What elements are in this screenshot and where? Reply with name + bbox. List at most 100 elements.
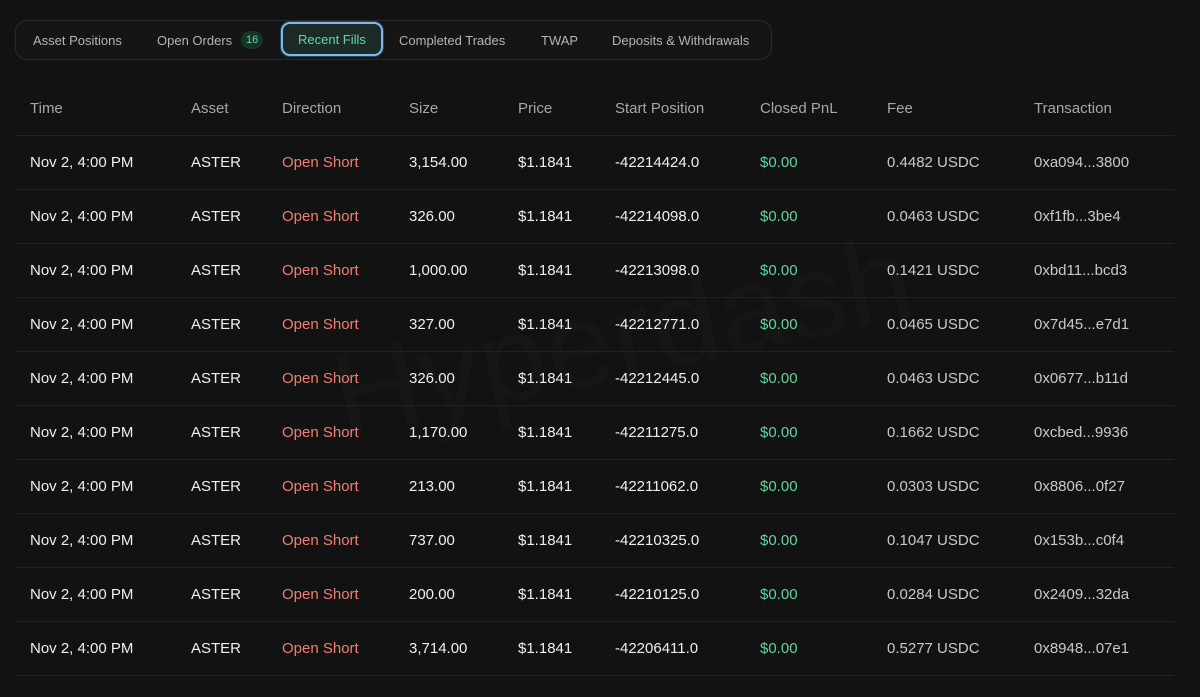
- start-position-cell: -42211275.0: [615, 405, 760, 460]
- asset-cell: ASTER: [191, 513, 282, 568]
- closed-pnl-cell: $0.00: [760, 621, 887, 676]
- closed-pnl-cell: $0.00: [760, 405, 887, 460]
- column-header-transaction[interactable]: Transaction: [1034, 82, 1174, 136]
- open-orders-count-badge: 16: [241, 31, 264, 49]
- column-header-time[interactable]: Time: [16, 82, 191, 136]
- price-cell: $1.1841: [518, 297, 615, 352]
- recent-fills-page: Asset Positions Open Orders 16 Recent Fi…: [0, 0, 1200, 697]
- tab-twap[interactable]: TWAP: [541, 21, 578, 59]
- table-row: Nov 2, 4:00 PM ASTER Open Short 1,000.00 $1.…: [16, 243, 1174, 298]
- transaction-link[interactable]: 0xcbed...9936: [1034, 405, 1174, 460]
- table-row: Nov 2, 4:00 PM ASTER Open Short 200.00 $1.18…: [16, 567, 1174, 622]
- direction-cell: Open Short: [282, 513, 409, 568]
- transaction-link[interactable]: 0x153b...c0f4: [1034, 513, 1174, 568]
- start-position-cell: -42214424.0: [615, 135, 760, 190]
- size-cell: 326.00: [409, 351, 518, 406]
- start-position-cell: -42213098.0: [615, 243, 760, 298]
- size-cell: 200.00: [409, 567, 518, 622]
- start-position-cell: -42212771.0: [615, 297, 760, 352]
- start-position-cell: -42211062.0: [615, 459, 760, 514]
- price-cell: $1.1841: [518, 189, 615, 244]
- size-cell: 327.00: [409, 297, 518, 352]
- time-cell: Nov 2, 4:00 PM: [16, 621, 191, 676]
- closed-pnl-cell: $0.00: [760, 135, 887, 190]
- closed-pnl-cell: $0.00: [760, 189, 887, 244]
- start-position-cell: -42214098.0: [615, 189, 760, 244]
- table-row: Nov 2, 4:00 PM ASTER Open Short 3,714.00 $1.…: [16, 621, 1174, 676]
- table-header-row: Time Asset Direction Size Price Start Po…: [16, 82, 1174, 136]
- start-position-cell: -42210325.0: [615, 513, 760, 568]
- time-cell: Nov 2, 4:00 PM: [16, 459, 191, 514]
- tab-recent-fills[interactable]: Recent Fills: [281, 22, 383, 56]
- asset-cell: ASTER: [191, 567, 282, 622]
- time-cell: Nov 2, 4:00 PM: [16, 351, 191, 406]
- asset-cell: ASTER: [191, 297, 282, 352]
- column-header-price[interactable]: Price: [518, 82, 615, 136]
- asset-cell: ASTER: [191, 405, 282, 460]
- price-cell: $1.1841: [518, 621, 615, 676]
- closed-pnl-cell: $0.00: [760, 243, 887, 298]
- table-row: Nov 2, 4:00 PM ASTER Open Short 326.00 $1.18…: [16, 351, 1174, 406]
- transaction-link[interactable]: 0xf1fb...3be4: [1034, 189, 1174, 244]
- table-row: Nov 2, 4:00 PM ASTER Open Short 213.00 $1.18…: [16, 459, 1174, 514]
- asset-cell: ASTER: [191, 135, 282, 190]
- asset-cell: ASTER: [191, 243, 282, 298]
- start-position-cell: -42210125.0: [615, 567, 760, 622]
- price-cell: $1.1841: [518, 513, 615, 568]
- table-row: Nov 2, 4:00 PM ASTER Open Short 327.00 $1.18…: [16, 297, 1174, 352]
- column-header-asset[interactable]: Asset: [191, 82, 282, 136]
- direction-cell: Open Short: [282, 243, 409, 298]
- size-cell: 213.00: [409, 459, 518, 514]
- fee-cell: 0.0465 USDC: [887, 297, 1034, 352]
- price-cell: $1.1841: [518, 567, 615, 622]
- tab-completed-trades[interactable]: Completed Trades: [399, 21, 505, 59]
- tab-asset-positions[interactable]: Asset Positions: [33, 21, 122, 59]
- tab-open-orders-label: Open Orders: [157, 32, 233, 48]
- price-cell: $1.1841: [518, 351, 615, 406]
- direction-cell: Open Short: [282, 621, 409, 676]
- start-position-cell: -42212445.0: [615, 351, 760, 406]
- column-header-direction[interactable]: Direction: [282, 82, 409, 136]
- direction-cell: Open Short: [282, 135, 409, 190]
- direction-cell: Open Short: [282, 459, 409, 514]
- transaction-link[interactable]: 0xbd11...bcd3: [1034, 243, 1174, 298]
- transaction-link[interactable]: 0xa094...3800: [1034, 135, 1174, 190]
- price-cell: $1.1841: [518, 459, 615, 514]
- tab-completed-trades-label: Completed Trades: [399, 32, 506, 48]
- tab-deposits-withdrawals[interactable]: Deposits & Withdrawals: [612, 21, 749, 59]
- fills-table-body: Nov 2, 4:00 PM ASTER Open Short 3,154.00 $1.…: [16, 135, 1174, 676]
- size-cell: 737.00: [409, 513, 518, 568]
- transaction-link[interactable]: 0x7d45...e7d1: [1034, 297, 1174, 352]
- column-header-closed-pnl[interactable]: Closed PnL: [760, 82, 887, 136]
- transaction-link[interactable]: 0x2409...32da: [1034, 567, 1174, 622]
- time-cell: Nov 2, 4:00 PM: [16, 405, 191, 460]
- closed-pnl-cell: $0.00: [760, 351, 887, 406]
- asset-cell: ASTER: [191, 459, 282, 514]
- column-header-size[interactable]: Size: [409, 82, 518, 136]
- transaction-link[interactable]: 0x8948...07e1: [1034, 621, 1174, 676]
- fee-cell: 0.0303 USDC: [887, 459, 1034, 514]
- tab-twap-label: TWAP: [541, 32, 579, 48]
- transaction-link[interactable]: 0x8806...0f27: [1034, 459, 1174, 514]
- fee-cell: 0.1421 USDC: [887, 243, 1034, 298]
- tab-deposits-withdrawals-label: Deposits & Withdrawals: [612, 32, 750, 48]
- price-cell: $1.1841: [518, 243, 615, 298]
- start-position-cell: -42206411.0: [615, 621, 760, 676]
- tab-open-orders[interactable]: Open Orders 16: [157, 21, 264, 59]
- direction-cell: Open Short: [282, 567, 409, 622]
- time-cell: Nov 2, 4:00 PM: [16, 513, 191, 568]
- asset-cell: ASTER: [191, 351, 282, 406]
- closed-pnl-cell: $0.00: [760, 513, 887, 568]
- tab-recent-fills-label: Recent Fills: [298, 31, 366, 47]
- direction-cell: Open Short: [282, 297, 409, 352]
- column-header-start-position[interactable]: Start Position: [615, 82, 760, 136]
- asset-cell: ASTER: [191, 621, 282, 676]
- time-cell: Nov 2, 4:00 PM: [16, 297, 191, 352]
- column-header-fee[interactable]: Fee: [887, 82, 1034, 136]
- fee-cell: 0.5277 USDC: [887, 621, 1034, 676]
- history-tab-bar: Asset Positions Open Orders 16 Recent Fi…: [15, 20, 772, 60]
- closed-pnl-cell: $0.00: [760, 297, 887, 352]
- closed-pnl-cell: $0.00: [760, 459, 887, 514]
- transaction-link[interactable]: 0x0677...b11d: [1034, 351, 1174, 406]
- tab-asset-positions-label: Asset Positions: [33, 32, 122, 48]
